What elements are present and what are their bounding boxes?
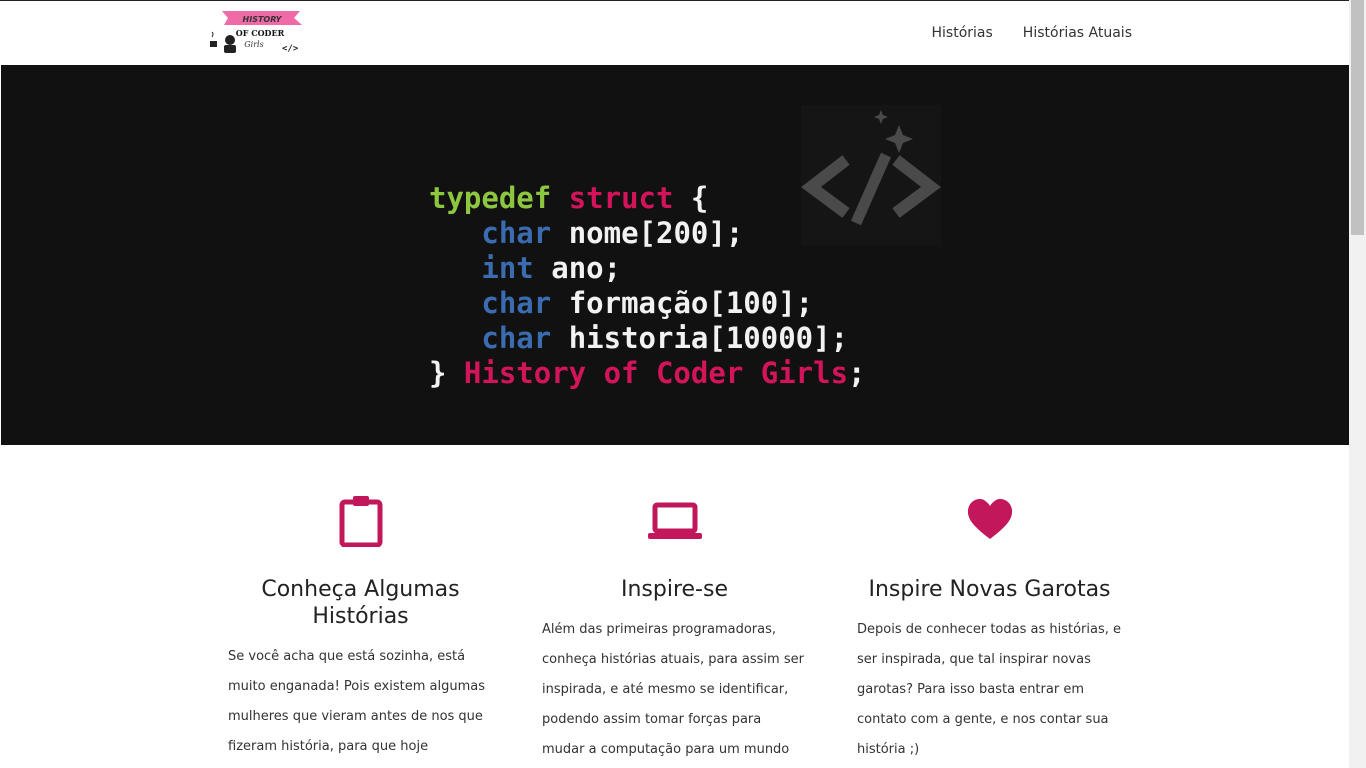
code-text: ano; <box>533 251 622 285</box>
code-text: formação[100]; <box>551 286 814 320</box>
code-text: } <box>429 356 464 390</box>
code-keyword-typedef: typedef <box>429 181 552 215</box>
feature-text: Depois de conhecer todas as histórias, e… <box>857 622 1121 757</box>
code-text: { <box>673 181 709 215</box>
code-keyword-struct: struct <box>568 181 674 215</box>
hero-banner: typedef struct { char nome[200]; int ano… <box>1 65 1349 445</box>
feature-text: Se você acha que está sozinha, está muit… <box>228 649 485 754</box>
page-scrollbar[interactable] <box>1349 0 1366 768</box>
feature-title: Inspire-se <box>620 577 728 602</box>
svg-text:Girls: Girls <box>244 40 263 49</box>
feature-inspire-se: Inspire-se Além das primeiras programado… <box>542 495 807 768</box>
code-type: char <box>481 286 552 320</box>
feature-inspire-novas-garotas: Inspire Novas Garotas Depois de conhecer… <box>857 495 1122 765</box>
scrollbar-thumb[interactable] <box>1351 0 1364 235</box>
code-type: int <box>481 251 534 285</box>
laptop-icon <box>647 502 702 539</box>
code-snippet: typedef struct { char nome[200]; int ano… <box>429 181 866 391</box>
svg-text:HISTORY: HISTORY <box>243 15 283 24</box>
nav-link-historias-atuais[interactable]: Histórias Atuais <box>1023 25 1132 41</box>
navbar: HISTORY OF CODER Girls </> Histórias His… <box>0 0 1349 65</box>
code-type: char <box>481 321 552 355</box>
nav-links: Histórias Histórias Atuais <box>932 25 1133 41</box>
heart-icon <box>967 499 1012 539</box>
code-text: nome[200]; <box>551 216 744 250</box>
svg-text:OF CODER: OF CODER <box>236 28 285 38</box>
feature-title: Conheça Algumas Histórias <box>261 577 460 629</box>
clipboard-icon <box>339 496 382 547</box>
code-text: historia[10000]; <box>551 321 849 355</box>
feature-text: Além das primeiras programadoras, conheç… <box>542 622 804 757</box>
site-logo[interactable]: HISTORY OF CODER Girls </> <box>208 7 306 55</box>
code-type: char <box>481 216 552 250</box>
code-struct-name: History of Coder Girls <box>463 356 849 390</box>
nav-link-historias[interactable]: Histórias <box>932 25 993 41</box>
code-text: ; <box>848 356 866 390</box>
feature-title: Inspire Novas Garotas <box>868 577 1111 602</box>
svg-text:</>: </> <box>282 44 299 54</box>
feature-conheca-historias: Conheça Algumas Histórias Se você acha q… <box>228 495 493 768</box>
